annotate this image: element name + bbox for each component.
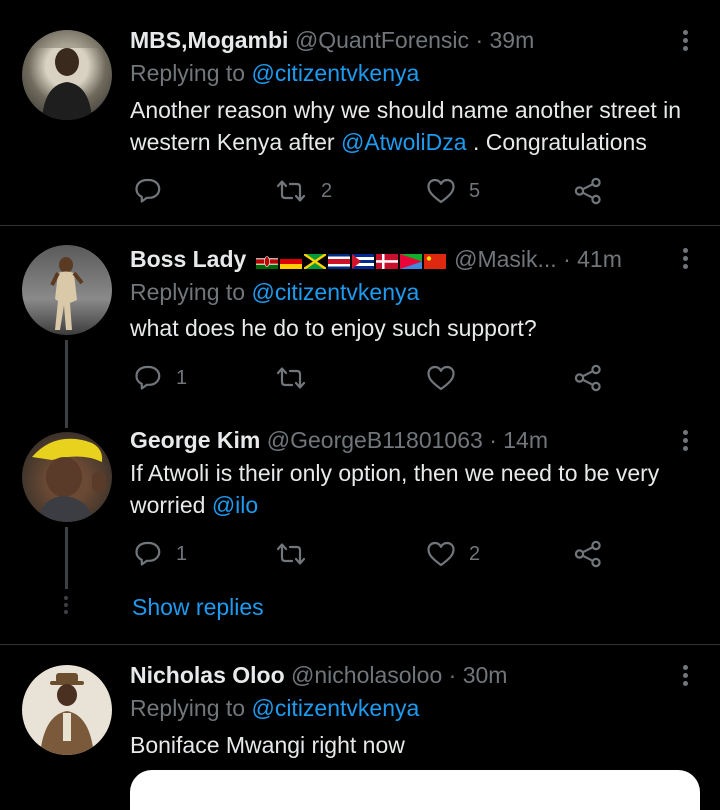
tweet-header: Nicholas Oloo @nicholasoloo · 30m [130, 659, 507, 691]
more-vertical-icon[interactable] [682, 248, 690, 272]
like-button[interactable] [427, 363, 455, 393]
heart-icon [427, 541, 455, 567]
share-button[interactable] [574, 539, 602, 569]
thread-connector [65, 340, 68, 428]
user-handle[interactable]: @GeorgeB11801063 [267, 427, 483, 453]
like-button[interactable]: 5 [427, 176, 480, 206]
share-button[interactable] [574, 363, 602, 393]
retweet-icon [276, 180, 306, 202]
like-count: 5 [469, 179, 481, 202]
mention-link[interactable]: @AtwoliDza [341, 129, 467, 155]
timestamp[interactable]: · 14m [489, 427, 548, 453]
reply-icon [135, 365, 161, 390]
tweet-header: MBS,Mogambi @QuantForensic · 39m [130, 24, 534, 56]
reply-count: 1 [176, 542, 188, 565]
reply-button[interactable]: 1 [134, 363, 187, 393]
flag-emojis [249, 246, 454, 272]
retweet-count: 2 [321, 179, 333, 202]
tweet-text-part: . Congratulations [466, 129, 647, 155]
avatar[interactable] [22, 665, 112, 755]
tweet-actions: 1 [130, 363, 630, 393]
display-name[interactable]: Boss Lady [130, 246, 246, 272]
replying-to: Replying to @citizentvkenya [130, 692, 419, 724]
more-vertical-icon[interactable] [682, 430, 690, 454]
reply-icon [135, 541, 161, 566]
jamaica-flag-icon [303, 254, 326, 269]
germany-flag-icon [279, 254, 302, 269]
user-handle[interactable]: @nicholasoloo [291, 662, 442, 688]
replying-to-label: Replying to [130, 279, 252, 305]
reply-button[interactable]: 1 [134, 539, 187, 569]
tweet-text: Boniface Mwangi right now [130, 732, 405, 758]
thread-connector [65, 527, 68, 589]
avatar[interactable] [22, 30, 112, 120]
like-count: 2 [469, 542, 481, 565]
share-icon [574, 177, 601, 205]
tweet-header: George Kim @GeorgeB11801063 · 14m [130, 424, 548, 456]
costa-rica-flag-icon [327, 254, 350, 269]
tweet-header: Boss Lady @Masik... · 41m [130, 243, 622, 275]
mention-link[interactable]: @citizentvkenya [251, 60, 419, 86]
avatar[interactable] [22, 432, 112, 522]
display-name[interactable]: Nicholas Oloo [130, 662, 285, 688]
replying-to-label: Replying to [130, 695, 252, 721]
display-name[interactable]: MBS,Mogambi [130, 27, 288, 53]
timestamp[interactable]: · 30m [449, 662, 508, 688]
share-icon [574, 540, 601, 568]
like-button[interactable]: 2 [427, 539, 480, 569]
avatar[interactable] [22, 245, 112, 335]
mention-link[interactable]: @citizentvkenya [251, 279, 419, 305]
divider [0, 225, 720, 226]
replying-to-label: Replying to [130, 60, 252, 86]
retweet-icon [276, 543, 306, 565]
heart-icon [427, 365, 455, 391]
timestamp[interactable]: · 41m [563, 246, 622, 272]
media-card[interactable] [130, 770, 700, 810]
user-handle[interactable]: @Masik... [454, 246, 557, 272]
china-flag-icon [423, 254, 446, 269]
display-name[interactable]: George Kim [130, 427, 260, 453]
eritrea-flag-icon [399, 254, 422, 269]
heart-icon [427, 178, 455, 204]
replying-to: Replying to @citizentvkenya [130, 276, 419, 308]
retweet-button[interactable] [275, 539, 307, 569]
replying-to: Replying to @citizentvkenya [130, 57, 419, 89]
share-icon [574, 364, 601, 392]
mention-link[interactable]: @ilo [212, 492, 258, 518]
divider [0, 644, 720, 645]
mention-link[interactable]: @citizentvkenya [251, 695, 419, 721]
cuba-flag-icon [351, 254, 374, 269]
more-vertical-icon[interactable] [682, 30, 690, 54]
retweet-button[interactable] [275, 363, 307, 393]
timestamp[interactable]: · 39m [475, 27, 534, 53]
share-button[interactable] [574, 176, 602, 206]
more-vertical-icon[interactable] [682, 665, 690, 689]
show-replies-link[interactable]: Show replies [132, 591, 264, 623]
retweet-icon [276, 367, 306, 389]
denmark-flag-icon [375, 254, 398, 269]
retweet-button[interactable]: 2 [275, 176, 332, 206]
kenya-flag-icon [255, 254, 278, 269]
thread-dots [64, 596, 69, 614]
tweet-text: Another reason why we should name anothe… [130, 94, 705, 158]
reply-count: 1 [176, 366, 188, 389]
tweet-text: what does he do to enjoy such support? [130, 315, 537, 341]
tweet-actions: 2 5 [130, 176, 630, 206]
tweet-text-part: If Atwoli is their only option, then we … [130, 460, 660, 518]
tweet-actions: 1 2 [130, 539, 630, 569]
reply-icon [135, 178, 161, 203]
tweet-text: If Atwoli is their only option, then we … [130, 457, 705, 521]
user-handle[interactable]: @QuantForensic [295, 27, 469, 53]
reply-button[interactable] [134, 176, 162, 206]
